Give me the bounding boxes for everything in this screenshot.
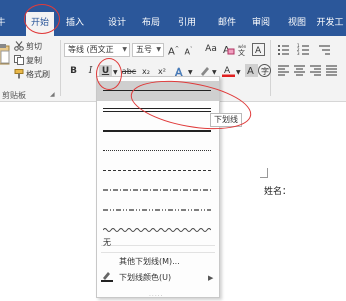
tab-references[interactable]: 引用 xyxy=(174,14,200,32)
underline-line xyxy=(103,90,211,91)
clear-format-button[interactable]: A xyxy=(222,43,235,56)
underline-dropdown-icon[interactable]: ▼ xyxy=(113,69,118,76)
format-painter-icon[interactable] xyxy=(14,69,24,79)
enclose-char-button[interactable]: A xyxy=(252,43,265,56)
document-text[interactable]: 姓名： xyxy=(264,184,291,197)
multilevel-icon[interactable] xyxy=(318,43,331,56)
bullets-icon[interactable] xyxy=(277,43,290,56)
chevron-down-icon[interactable]: ▼ xyxy=(212,69,217,76)
menu-divider xyxy=(101,245,215,246)
tab-design[interactable]: 设计 xyxy=(104,14,130,32)
justify-icon[interactable] xyxy=(325,64,338,77)
more-underlines-item[interactable]: 其他下划线(M)... xyxy=(119,256,180,267)
font-name-value: 等线 (西文正 xyxy=(68,45,114,54)
grow-font-button[interactable]: A^ xyxy=(167,43,180,58)
copy-icon[interactable] xyxy=(14,55,24,65)
tab-file[interactable]: 牛 xyxy=(0,14,8,32)
shrink-font-button[interactable]: Aˇ xyxy=(182,44,195,57)
chevron-down-icon[interactable]: ▼ xyxy=(236,69,241,76)
underline-option-double[interactable] xyxy=(97,101,219,121)
clipboard-group-label: 剪贴板 xyxy=(2,91,26,100)
tab-home[interactable]: 开始 xyxy=(26,12,54,36)
clipboard-launcher-icon[interactable]: ◢ xyxy=(50,91,55,98)
char-shading-icon[interactable]: A xyxy=(245,64,258,77)
paste-icon[interactable] xyxy=(0,42,10,68)
underline-option-none[interactable]: 无 xyxy=(103,237,111,248)
tab-view[interactable]: 视图 xyxy=(284,14,310,32)
align-right-icon[interactable] xyxy=(309,64,322,77)
tab-mailings[interactable]: 邮件 xyxy=(214,14,240,32)
underline-option-single[interactable] xyxy=(97,81,219,101)
font-name-combo[interactable]: 等线 (西文正 ▼ xyxy=(64,43,130,57)
format-painter-button[interactable]: 格式刷 xyxy=(26,69,50,80)
grow-font-label: A xyxy=(167,46,175,58)
underline-option-dot-dot-dash[interactable] xyxy=(97,201,219,221)
underline-tooltip: 下划线 xyxy=(210,113,242,127)
font-size-value: 五号 xyxy=(136,45,152,54)
align-left-icon[interactable] xyxy=(277,64,290,77)
font-color-icon[interactable]: A xyxy=(222,64,235,77)
group-divider xyxy=(60,40,61,96)
tab-layout[interactable]: 布局 xyxy=(138,14,164,32)
chevron-down-icon: ▼ xyxy=(122,46,127,53)
font-size-combo[interactable]: 五号 ▼ xyxy=(132,43,164,57)
numbering-icon[interactable]: 123 xyxy=(297,43,310,56)
underline-option-dot-dash[interactable] xyxy=(97,181,219,201)
underline-line xyxy=(103,170,211,171)
tab-review[interactable]: 审阅 xyxy=(248,14,274,32)
svg-text:A: A xyxy=(247,66,254,77)
chevron-down-icon: ▼ xyxy=(156,46,161,53)
align-center-icon[interactable] xyxy=(293,64,306,77)
menu-divider xyxy=(101,252,215,253)
svg-text:文: 文 xyxy=(238,48,245,56)
pen-icon xyxy=(101,270,113,282)
enclose-circle-icon[interactable]: 字 xyxy=(258,64,271,77)
underline-option-dashed[interactable] xyxy=(97,161,219,181)
ribbon-tab-bar: 牛 开始 插入 设计 布局 引用 邮件 审阅 视图 开发工 xyxy=(0,0,346,36)
bold-button[interactable]: B xyxy=(67,65,80,78)
chevron-right-icon: ▶ xyxy=(208,274,214,282)
title-strip xyxy=(0,0,346,8)
svg-text:3: 3 xyxy=(297,51,300,56)
svg-text:字: 字 xyxy=(261,66,269,76)
underline-style-menu: 无 其他下划线(M)... 下划线颜色(U) ▶ ····· xyxy=(96,76,220,300)
underline-line xyxy=(103,150,211,151)
menu-resize-grip[interactable]: ····· xyxy=(149,293,164,300)
tab-insert[interactable]: 插入 xyxy=(62,14,88,32)
underline-color-item[interactable]: 下划线颜色(U) xyxy=(119,272,171,283)
underline-option-wave[interactable] xyxy=(97,221,219,241)
chevron-down-icon[interactable]: ▼ xyxy=(188,69,193,76)
underline-option-thick[interactable] xyxy=(97,121,219,141)
change-case-button[interactable]: Aa xyxy=(202,43,220,56)
underline-option-dotted[interactable] xyxy=(97,141,219,161)
phonetic-guide-button[interactable]: wén 文 xyxy=(236,43,250,56)
cut-button[interactable]: 剪切 xyxy=(26,41,42,52)
scissors-icon[interactable] xyxy=(14,41,24,51)
copy-button[interactable]: 复制 xyxy=(26,55,42,66)
underline-line xyxy=(103,130,211,132)
svg-text:A: A xyxy=(255,46,262,56)
margin-corner-mark xyxy=(260,168,268,178)
underline-line xyxy=(103,108,211,112)
tab-developer[interactable]: 开发工 xyxy=(314,14,346,32)
